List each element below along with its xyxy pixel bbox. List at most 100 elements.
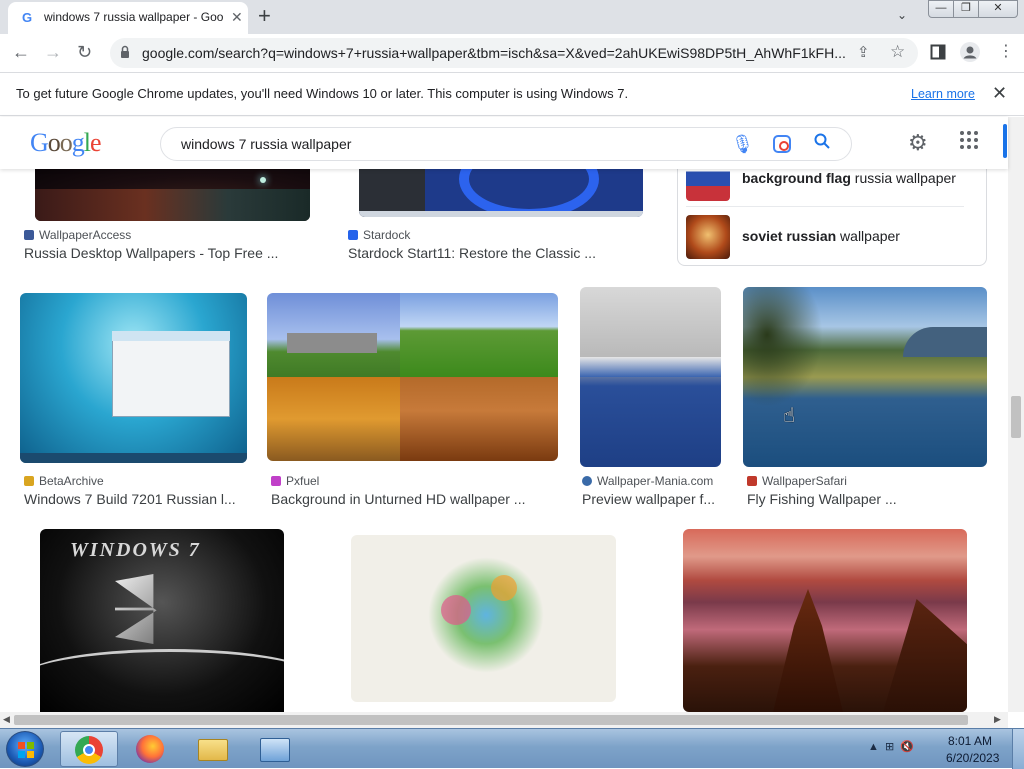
source-favicon-icon <box>348 230 358 240</box>
related-search-text: soviet russian wallpaper <box>742 228 900 244</box>
result-title[interactable]: Background in Unturned HD wallpaper ... <box>271 491 561 507</box>
back-arrow-icon[interactable]: ← <box>12 42 30 62</box>
result-image-8[interactable] <box>351 535 616 702</box>
tab-close-icon[interactable]: ✕ <box>231 9 243 26</box>
taskbar-firefox-button[interactable] <box>122 731 180 767</box>
related-thumbnail <box>686 215 730 259</box>
result-image-2[interactable] <box>359 169 643 217</box>
related-thumbnail <box>686 169 730 201</box>
result-source[interactable]: BetaArchive <box>24 474 104 488</box>
account-indicator-bar <box>1003 124 1007 158</box>
related-search-item[interactable]: soviet russian wallpaper <box>686 215 976 259</box>
result-image-9[interactable] <box>683 529 967 712</box>
control-panel-icon <box>260 738 290 762</box>
related-searches: background flag russia wallpaper soviet … <box>677 169 987 266</box>
infobar-message: To get future Google Chrome updates, you… <box>16 86 629 101</box>
folder-icon <box>198 739 228 761</box>
learn-more-link[interactable]: Learn more <box>911 87 975 101</box>
window-close-button[interactable]: ✕ <box>978 0 1018 18</box>
scroll-right-arrow-icon[interactable]: ▶ <box>994 714 1001 725</box>
result-image-5[interactable] <box>580 287 721 467</box>
result-title[interactable]: Fly Fishing Wallpaper ... <box>747 491 987 507</box>
tab-search-chevron-icon[interactable]: ⌄ <box>897 8 907 22</box>
profile-avatar-icon[interactable] <box>960 42 980 62</box>
bookmark-star-icon[interactable]: ☆ <box>890 42 905 62</box>
vertical-scroll-thumb[interactable] <box>1011 396 1021 438</box>
result-image-7[interactable]: WINDOWS 7 <box>40 529 284 712</box>
result-image-4[interactable] <box>267 293 558 461</box>
hand-cursor-icon: ☝ <box>783 405 796 427</box>
image-results: WallpaperAccess Russia Desktop Wallpaper… <box>0 169 1008 712</box>
settings-gear-icon[interactable]: ⚙ <box>908 130 928 156</box>
tab-title: windows 7 russia wallpaper - Goo <box>44 10 224 24</box>
source-name: Pxfuel <box>286 474 320 488</box>
search-icon[interactable] <box>814 133 830 149</box>
address-bar[interactable]: google.com/search?q=windows+7+russia+wal… <box>110 38 918 68</box>
result-title[interactable]: Russia Desktop Wallpapers - Top Free ... <box>24 245 324 261</box>
image-caption-text: WINDOWS 7 <box>70 539 201 561</box>
source-favicon-icon <box>271 476 281 486</box>
result-title[interactable]: Windows 7 Build 7201 Russian l... <box>24 491 244 507</box>
search-input[interactable]: windows 7 russia wallpaper 🎙 <box>160 127 852 161</box>
source-favicon-icon <box>582 476 592 486</box>
window-minimize-button[interactable]: — <box>928 0 954 18</box>
reload-icon[interactable]: ↻ <box>77 42 92 62</box>
related-search-item[interactable]: background flag russia wallpaper <box>686 169 976 201</box>
result-source[interactable]: Wallpaper-Mania.com <box>582 474 713 488</box>
url-text: google.com/search?q=windows+7+russia+wal… <box>142 45 846 61</box>
taskbar-chrome-button[interactable] <box>60 731 118 767</box>
start-button[interactable] <box>6 731 44 767</box>
tab-strip: G windows 7 russia wallpaper - Goo ✕ + ⌄… <box>0 0 1024 34</box>
new-tab-button[interactable]: + <box>258 4 271 28</box>
side-panel-icon[interactable] <box>930 44 946 60</box>
result-source[interactable]: Stardock <box>348 228 410 242</box>
google-search-header: Google windows 7 russia wallpaper 🎙 ⚙ <box>0 117 1008 169</box>
related-search-text: background flag russia wallpaper <box>742 170 956 186</box>
google-favicon-icon: G <box>22 10 33 25</box>
source-name: WallpaperAccess <box>39 228 132 242</box>
show-desktop-button[interactable] <box>1012 729 1024 769</box>
source-name: WallpaperSafari <box>762 474 847 488</box>
horizontal-scroll-thumb[interactable] <box>14 715 968 725</box>
clock-date[interactable]: 6/20/2023 <box>946 751 999 765</box>
windows-taskbar: ▲ ⊞ 🔇 8:01 AM 6/20/2023 <box>0 728 1024 769</box>
horizontal-scrollbar[interactable]: ◀ ▶ <box>0 712 1008 728</box>
source-favicon-icon <box>24 230 34 240</box>
infobar-close-icon[interactable]: ✕ <box>992 83 1007 104</box>
windows-logo-icon <box>18 742 34 758</box>
browser-toolbar: ← → ↻ google.com/search?q=windows+7+russ… <box>0 34 1024 72</box>
source-name: Stardock <box>363 228 411 242</box>
result-image-6[interactable] <box>743 287 987 467</box>
chrome-icon <box>75 736 103 764</box>
result-source[interactable]: WallpaperSafari <box>747 474 847 488</box>
source-favicon-icon <box>747 476 757 486</box>
system-tray-icons[interactable]: ▲ ⊞ 🔇 <box>868 740 914 753</box>
result-source[interactable]: Pxfuel <box>271 474 319 488</box>
result-image-1[interactable] <box>35 169 310 221</box>
taskbar-control-panel-button[interactable] <box>246 731 304 767</box>
google-lens-icon[interactable] <box>773 135 791 153</box>
result-title[interactable]: Preview wallpaper f... <box>582 491 722 507</box>
result-image-3[interactable] <box>20 293 247 463</box>
forward-arrow-icon[interactable]: → <box>44 42 62 62</box>
result-title[interactable]: Stardock Start11: Restore the Classic ..… <box>348 245 648 261</box>
source-favicon-icon <box>24 476 34 486</box>
google-logo[interactable]: Google <box>30 128 102 158</box>
search-query-text: windows 7 russia wallpaper <box>181 136 352 152</box>
update-infobar: To get future Google Chrome updates, you… <box>0 72 1024 116</box>
result-source[interactable]: WallpaperAccess <box>24 228 131 242</box>
share-icon[interactable]: ⇪ <box>857 43 870 61</box>
menu-kebab-icon[interactable]: ⋮ <box>998 42 1014 62</box>
browser-tab[interactable]: G windows 7 russia wallpaper - Goo ✕ <box>8 2 248 34</box>
vertical-scrollbar[interactable] <box>1008 117 1024 712</box>
window-maximize-button[interactable]: ❐ <box>953 0 979 18</box>
google-apps-icon[interactable] <box>960 131 980 151</box>
clock-time[interactable]: 8:01 AM <box>948 734 992 748</box>
divider <box>686 206 964 207</box>
microphone-icon[interactable]: 🎙 <box>731 134 754 155</box>
source-name: Wallpaper-Mania.com <box>597 474 714 488</box>
taskbar-explorer-button[interactable] <box>184 731 242 767</box>
lock-icon <box>121 45 129 58</box>
scroll-left-arrow-icon[interactable]: ◀ <box>3 714 10 725</box>
firefox-icon <box>136 735 164 763</box>
